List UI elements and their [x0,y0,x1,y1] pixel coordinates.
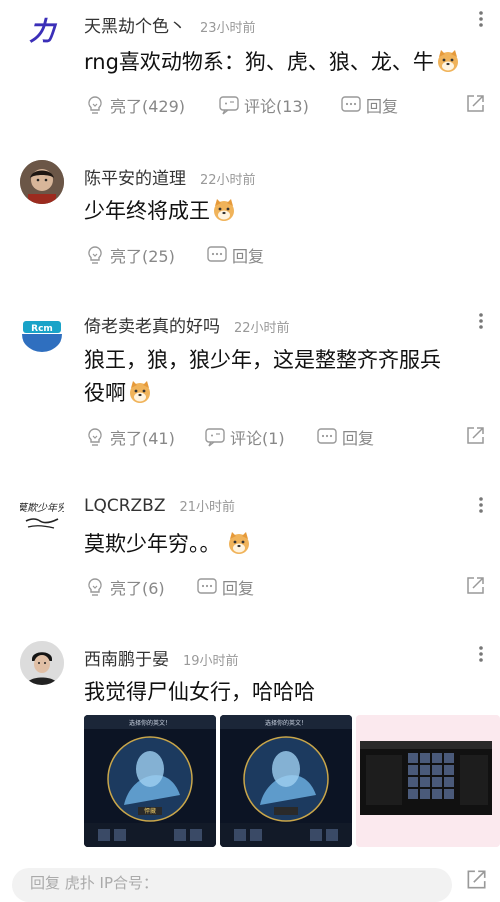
like-icon [88,96,102,114]
reply-button[interactable]: 回复 [340,93,398,117]
doge-emoji [437,50,458,72]
username-text[interactable]: LQCRZBZ [84,496,166,516]
image-thumbnail-3[interactable] [356,715,500,847]
like-count: 亮了(41) [110,429,175,448]
avatar-calligraphy: 莫欺少年穷 [20,502,64,514]
reply-icon [197,578,217,594]
comment-text: 狼王，狼，狼少年，这是整整齐齐服兵 役啊 [84,344,488,410]
timestamp: 22小时前 [234,321,290,336]
username[interactable]: LQCRZBZ 21小时前 [84,496,235,516]
avatar-glyph: 力 [29,17,58,47]
reply-label: 回复 [232,247,265,266]
comment-text-content: 莫欺少年穷。。 [84,532,221,556]
like-button[interactable]: 亮了(41) [84,425,175,449]
avatar[interactable]: 力 [20,8,64,52]
comment-text-line-2: 役啊 [84,377,488,410]
image-grid: 选择你的英文！ 悍藏 选择你的英文！ [84,715,500,847]
screen-title: 选择你的英文！ [129,719,171,727]
like-icon [88,578,102,596]
comment-text-content: 我觉得尸仙女行，哈哈哈 [84,680,315,704]
comment-text-line-1: 狼王，狼，狼少年，这是整整齐齐服兵 [84,348,441,372]
username[interactable]: 西南鹏于晏 19小时前 [84,645,239,670]
doge-emoji [228,532,249,554]
share-button[interactable] [464,425,490,447]
more-icon[interactable] [478,645,484,663]
like-count: 亮了(429) [110,97,186,116]
action-bar: 亮了(429) 评论(13) 回复 [84,93,488,119]
reply-button[interactable]: 回复 [206,243,264,267]
reply-button[interactable]: 回复 [196,575,254,599]
image-thumbnail-1[interactable]: 选择你的英文！ 悍藏 [84,715,216,847]
timestamp: 21小时前 [179,500,236,515]
share-icon [467,427,484,444]
action-bar: 亮了(6) 回复 [84,575,488,601]
comment-button[interactable]: 评论(1) [204,425,285,449]
share-icon [467,95,484,112]
like-count: 亮了(6) [110,579,165,598]
reply-icon [341,96,361,112]
username-text[interactable]: 倚老卖老真的好吗 [84,317,220,337]
timestamp: 23小时前 [200,21,256,36]
reply-button[interactable]: 回复 [316,425,374,449]
comment-text-content: 少年终将成王 [84,199,210,223]
share-button[interactable] [464,868,488,896]
avatar[interactable] [20,641,64,685]
comment-count: 评论(13) [244,97,309,116]
like-button[interactable]: 亮了(429) [84,93,185,117]
more-icon[interactable] [478,10,484,28]
comment-icon [205,428,225,447]
doge-emoji [130,381,150,403]
like-button[interactable]: 亮了(25) [84,243,175,267]
avatar[interactable]: Rcm [20,308,64,352]
action-bar: 亮了(25) 回复 [84,243,488,269]
comment-button[interactable]: 评论(13) [218,93,309,117]
timestamp: 19小时前 [183,654,239,669]
reply-placeholder: 回复 虎扑 IP合号： [30,874,159,892]
screen-title: 选择你的英文！ [265,719,307,727]
comment-text: rng喜欢动物系：狗、虎、狼、龙、牛 [84,46,488,78]
username[interactable]: 天黑劫个色丶 23小时前 [84,12,256,37]
comment-text: 我觉得尸仙女行，哈哈哈 [84,676,488,708]
timestamp: 22小时前 [200,173,256,188]
more-icon[interactable] [478,496,484,514]
like-button[interactable]: 亮了(6) [84,575,165,599]
reply-label: 回复 [366,97,399,116]
comment-text-content: 役啊 [84,381,126,405]
reply-icon [207,246,227,262]
share-icon [467,870,486,889]
reply-input[interactable]: 回复 虎扑 IP合号： [12,868,452,902]
like-count: 亮了(25) [110,247,175,266]
avatar[interactable] [20,160,64,204]
comment-text-content: rng喜欢动物系：狗、虎、狼、龙、牛 [84,50,434,74]
doge-emoji [214,199,234,221]
reply-label: 回复 [222,579,255,598]
share-button[interactable] [464,575,490,597]
avatar[interactable]: 莫欺少年穷 [20,493,64,537]
champion-name: 悍藏 [144,807,156,815]
username[interactable]: 倚老卖老真的好吗 22小时前 [84,312,290,337]
username-text[interactable]: 天黑劫个色丶 [84,17,186,37]
like-icon [88,246,102,264]
reply-label: 回复 [342,429,375,448]
share-button[interactable] [464,93,490,115]
comment-text: 莫欺少年穷。。 [84,528,488,560]
comment-count: 评论(1) [230,429,285,448]
username[interactable]: 陈平安的道理 22小时前 [84,164,256,189]
image-thumbnail-2[interactable]: 选择你的英文！ [220,715,352,847]
action-bar: 亮了(41) 评论(1) 回复 [84,425,488,451]
like-icon [88,428,102,446]
more-icon[interactable] [478,312,484,330]
username-text[interactable]: 西南鹏于晏 [84,650,169,670]
svg-text:Rcm: Rcm [31,324,53,334]
share-icon [467,577,484,594]
username-text[interactable]: 陈平安的道理 [84,169,186,189]
comment-icon [219,96,239,115]
reply-icon [317,428,337,444]
comment-text: 少年终将成王 [84,195,488,227]
